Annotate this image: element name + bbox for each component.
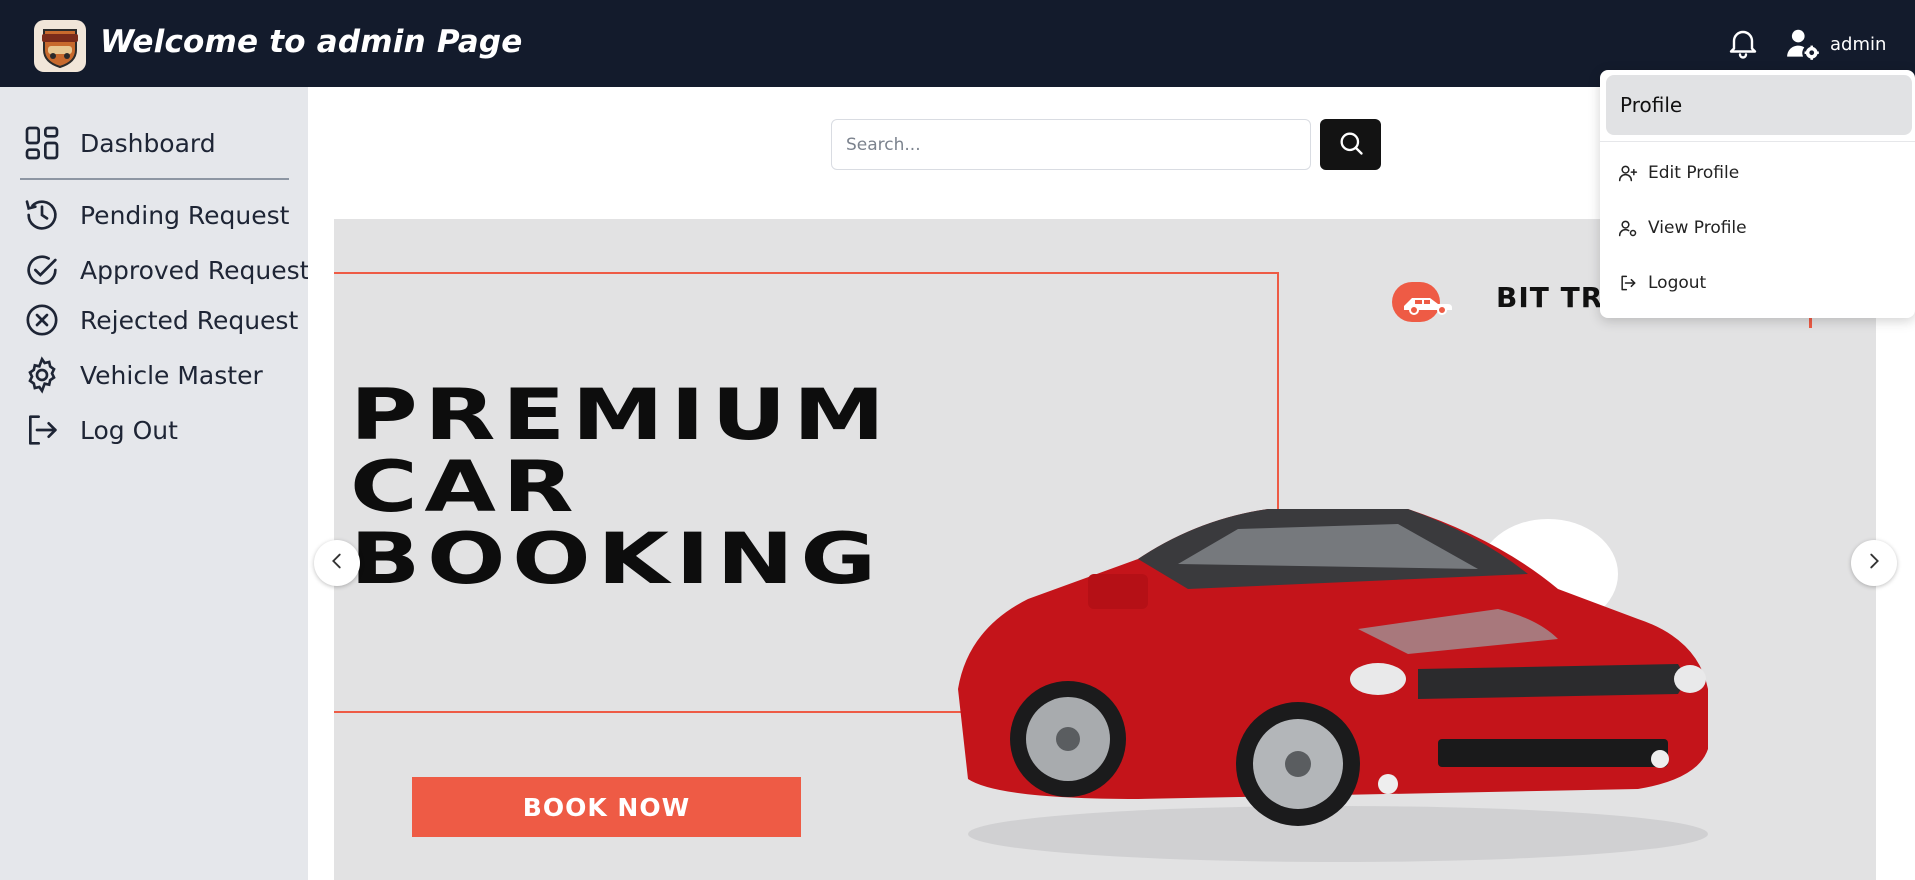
sidebar-item-vehicle-master[interactable]: Vehicle Master xyxy=(22,353,263,397)
sidebar-item-approved-request[interactable]: Approved Request xyxy=(22,248,309,292)
sidebar-item-label: Vehicle Master xyxy=(80,360,263,390)
x-circle-icon xyxy=(22,300,62,340)
sidebar-item-label: Rejected Request xyxy=(80,305,299,335)
carousel-prev-button[interactable] xyxy=(314,540,360,586)
sidebar: Dashboard Pending Request Approved Reque… xyxy=(0,87,309,880)
dashboard-icon xyxy=(22,123,62,163)
menu-item-label: Logout xyxy=(1648,273,1707,293)
book-now-button[interactable]: BOOK NOW xyxy=(412,777,801,837)
sidebar-item-dashboard[interactable]: Dashboard xyxy=(22,121,216,165)
carousel-next-button[interactable] xyxy=(1851,540,1897,586)
sidebar-item-log-out[interactable]: Log Out xyxy=(22,408,178,452)
chevron-left-icon xyxy=(326,550,348,576)
menu-item-edit-profile[interactable]: Edit Profile xyxy=(1618,158,1739,188)
sidebar-item-label: Dashboard xyxy=(80,128,216,158)
user-name: admin xyxy=(1830,33,1887,55)
banner-headline: PREMIUM CAR BOOKING xyxy=(350,379,892,595)
menu-item-view-profile[interactable]: View Profile xyxy=(1618,213,1747,243)
headline-line: CAR xyxy=(350,446,581,528)
page-title: Welcome to admin Page xyxy=(100,24,523,60)
gear-icon xyxy=(22,355,62,395)
sidebar-item-label: Log Out xyxy=(80,415,178,445)
headline-line: BOOKING xyxy=(350,518,883,600)
sidebar-item-label: Pending Request xyxy=(80,200,290,230)
car-icon xyxy=(1392,282,1452,322)
chevron-right-icon xyxy=(1863,550,1885,576)
logout-icon xyxy=(1618,273,1638,293)
search-icon xyxy=(1337,129,1365,160)
notification-bell-icon[interactable] xyxy=(1725,26,1761,62)
user-menu-button[interactable]: admin xyxy=(1784,24,1886,64)
hero-banner: BIT TRA PREMIUM CAR BOOKING BOOK NOW xyxy=(334,219,1876,880)
red-car-image xyxy=(958,509,1708,862)
headline-line: PREMIUM xyxy=(350,374,892,456)
user-gear-icon xyxy=(1784,25,1822,63)
search-input[interactable] xyxy=(831,119,1311,170)
logout-icon xyxy=(22,410,62,450)
sidebar-divider xyxy=(20,178,289,180)
search-button[interactable] xyxy=(1320,119,1381,170)
sidebar-item-label: Approved Request xyxy=(80,255,310,285)
user-plus-icon xyxy=(1618,163,1638,183)
profile-dropdown-menu: Profile Edit Profile View Profile Logout xyxy=(1600,70,1915,318)
sidebar-item-pending-request[interactable]: Pending Request xyxy=(22,193,289,237)
app-logo xyxy=(34,20,86,72)
menu-item-label: View Profile xyxy=(1648,218,1747,238)
history-icon xyxy=(22,195,62,235)
profile-menu-header[interactable]: Profile xyxy=(1606,75,1912,135)
menu-divider xyxy=(1600,141,1915,142)
user-gear-icon xyxy=(1618,218,1638,238)
check-circle-icon xyxy=(22,250,62,290)
sidebar-item-rejected-request[interactable]: Rejected Request xyxy=(22,298,298,342)
menu-item-logout[interactable]: Logout xyxy=(1618,268,1706,298)
menu-item-label: Edit Profile xyxy=(1648,163,1740,183)
